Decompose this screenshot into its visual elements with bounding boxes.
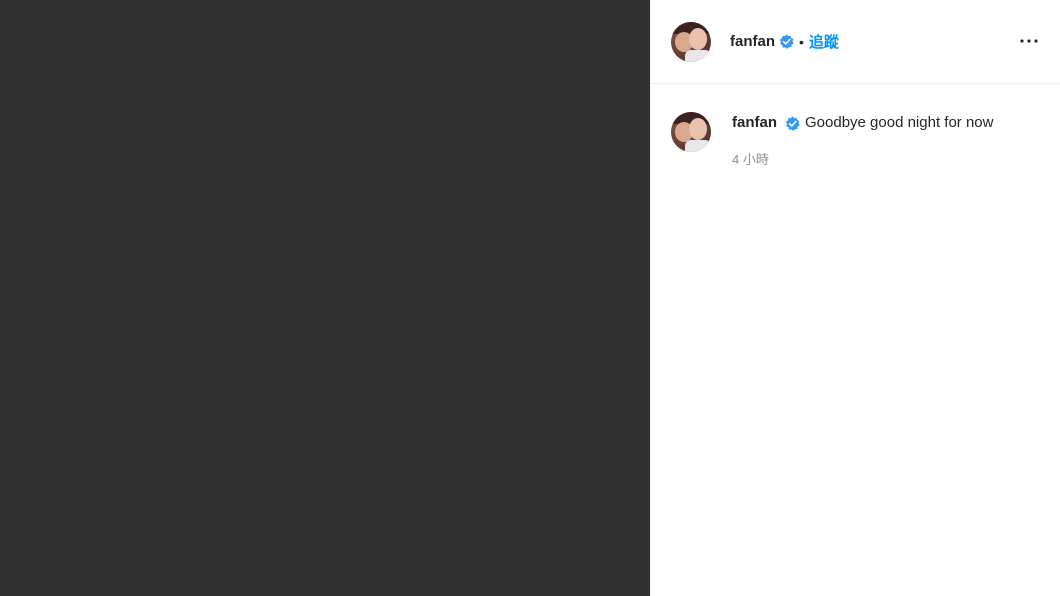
post-viewer: fanfan • 追蹤 fanfan Goodbye good night fo… (0, 0, 1060, 596)
caption-avatar[interactable] (671, 112, 711, 152)
username-link[interactable]: fanfan (730, 33, 775, 50)
separator-dot: • (799, 33, 804, 50)
verified-badge-icon (785, 115, 800, 131)
post-header: fanfan • 追蹤 (651, 0, 1060, 84)
post-media[interactable] (0, 0, 650, 596)
caption-comment: fanfan Goodbye good night for now 4 小時 (651, 84, 1060, 168)
more-options-icon[interactable] (1018, 30, 1040, 52)
caption-body: fanfan Goodbye good night for now 4 小時 (732, 112, 1002, 168)
header-user: fanfan • 追蹤 (730, 31, 839, 52)
post-sidebar: fanfan • 追蹤 fanfan Goodbye good night fo… (650, 0, 1060, 596)
caption-text-container: fanfan Goodbye good night for now (732, 112, 1002, 134)
verified-badge-icon (779, 34, 794, 49)
post-timestamp[interactable]: 4 小時 (732, 149, 1002, 168)
follow-button[interactable]: 追蹤 (809, 31, 839, 52)
caption-username-link[interactable]: fanfan (732, 114, 777, 131)
caption-text: Goodbye good night for now (805, 114, 994, 131)
avatar[interactable] (671, 21, 711, 62)
